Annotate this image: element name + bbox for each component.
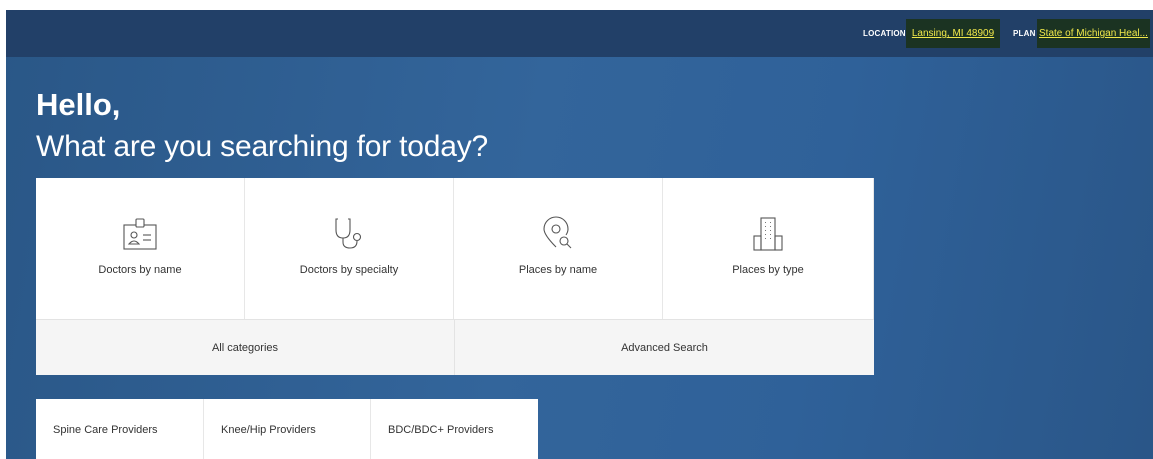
id-badge-icon	[123, 218, 157, 250]
tile-doctors-by-specialty[interactable]: Doctors by specialty	[245, 178, 454, 319]
tile-places-by-name[interactable]: Places by name	[454, 178, 663, 319]
tab-bdc-providers[interactable]: BDC/BDC+ Providers	[371, 399, 538, 459]
building-icon	[753, 217, 783, 251]
tab-knee-hip-providers[interactable]: Knee/Hip Providers	[204, 399, 371, 459]
app-window: LOCATION Lansing, MI 48909 PLAN State of…	[6, 10, 1153, 459]
location-search-icon	[543, 216, 572, 249]
tab-spine-care-providers[interactable]: Spine Care Providers	[36, 399, 204, 459]
plan-label: PLAN	[1013, 29, 1036, 38]
tile-label: Places by name	[518, 264, 598, 276]
tile-doctors-by-name[interactable]: Doctors by name	[36, 178, 245, 319]
tile-label: Doctors by name	[98, 264, 182, 276]
advanced-search-button[interactable]: Advanced Search	[455, 320, 874, 375]
stethoscope-icon	[335, 218, 362, 249]
tile-places-by-type[interactable]: Places by type	[663, 178, 874, 319]
tile-label: Places by type	[732, 264, 804, 276]
top-bar: LOCATION Lansing, MI 48909 PLAN State of…	[6, 10, 1153, 57]
location-link[interactable]: Lansing, MI 48909	[906, 19, 1000, 48]
greeting-hello: Hello,	[36, 87, 121, 122]
all-categories-button[interactable]: All categories	[36, 320, 454, 375]
location-label: LOCATION	[863, 29, 906, 38]
search-card: Doctors by name Doctors by specialty Pla…	[36, 178, 874, 375]
plan-link[interactable]: State of Michigan Heal...	[1037, 19, 1150, 48]
provider-tabs: Spine Care Providers Knee/Hip Providers …	[36, 399, 538, 459]
tile-label: Doctors by specialty	[299, 264, 399, 276]
secondary-actions: All categories Advanced Search	[36, 319, 874, 375]
page-title: What are you searching for today?	[36, 130, 488, 163]
